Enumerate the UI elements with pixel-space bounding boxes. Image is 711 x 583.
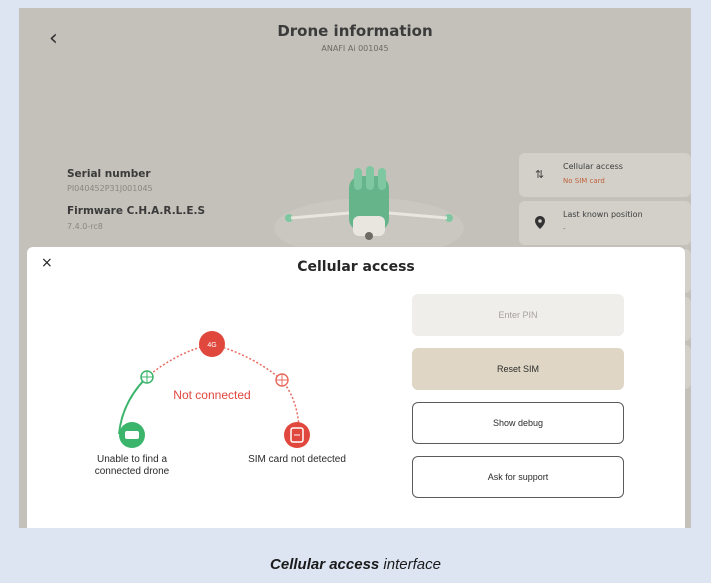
cellular-access-card[interactable]: ⇅ Cellular access No SIM card xyxy=(519,153,691,197)
caption-rest: interface xyxy=(379,556,441,573)
cellular-access-modal: × Cellular access 4G Not connected Unabl… xyxy=(27,247,685,537)
globe-icon-right xyxy=(275,373,289,387)
figure-caption: Cellular access interface xyxy=(0,556,711,573)
last-position-card[interactable]: Last known position - xyxy=(519,201,691,245)
connection-status: Not connected xyxy=(173,388,251,402)
4g-badge-text: 4G xyxy=(207,342,216,349)
caption-bold: Cellular access xyxy=(270,556,380,573)
drone-label-line1: Unable to find a xyxy=(96,454,168,465)
4g-badge-icon: 4G xyxy=(199,331,225,357)
firmware-value: 7.4.0-rc8 xyxy=(67,222,103,231)
drone-status-icon xyxy=(119,422,145,448)
drone-image xyxy=(274,166,464,258)
signal-arrows-icon: ⇅ xyxy=(535,168,545,181)
sim-status-label: SIM card not detected xyxy=(248,454,346,465)
serial-label: Serial number xyxy=(67,168,151,180)
firmware-label: Firmware C.H.A.R.L.E.S xyxy=(67,205,206,217)
page-subtitle: ANAFI Ai 001045 xyxy=(321,44,389,53)
position-card-title: Last known position xyxy=(563,210,643,219)
drone-label-line2: connected drone xyxy=(94,466,170,477)
serial-value: PI040452P31J001045 xyxy=(67,184,153,193)
cellular-card-title: Cellular access xyxy=(563,162,623,171)
ask-support-button[interactable]: Ask for support xyxy=(412,456,624,498)
reset-sim-button[interactable]: Reset SIM xyxy=(412,348,624,390)
enter-pin-button[interactable]: Enter PIN xyxy=(412,294,624,336)
page-title: Drone information xyxy=(277,22,433,40)
sim-card-icon xyxy=(284,422,310,448)
position-card-value: - xyxy=(563,225,566,233)
location-pin-icon xyxy=(535,216,545,232)
drone-status-label: Unable to find a connected drone xyxy=(77,454,187,478)
cellular-card-status: No SIM card xyxy=(563,177,605,185)
globe-icon-left xyxy=(140,370,154,384)
show-debug-button[interactable]: Show debug xyxy=(412,402,624,444)
